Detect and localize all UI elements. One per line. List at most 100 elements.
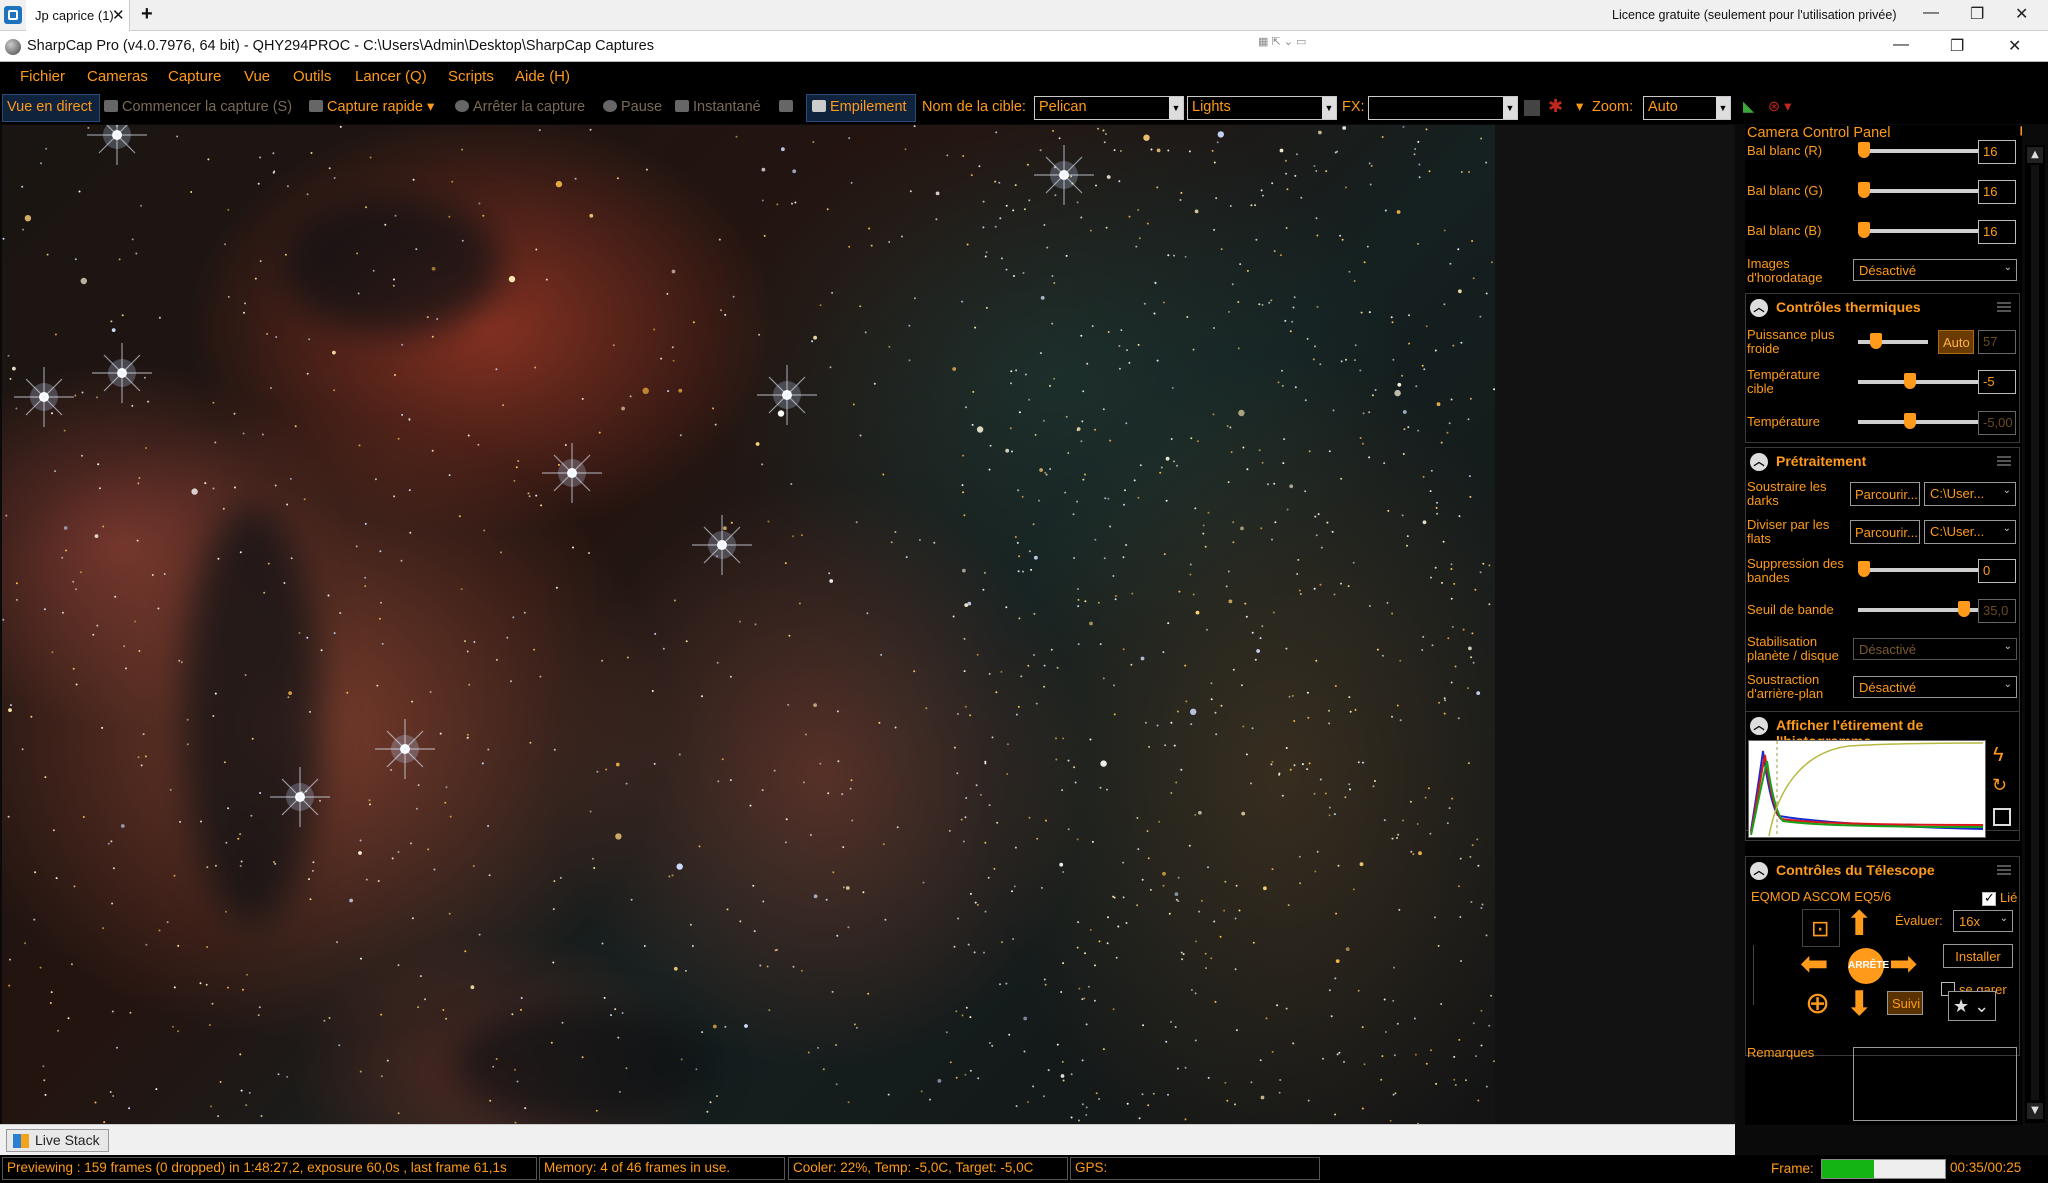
cooler-power-value[interactable]: 57 xyxy=(1978,330,2016,354)
cooler-status: Cooler: 22%, Temp: -5,0C, Target: -5,0C xyxy=(788,1157,1068,1180)
restore-icon[interactable]: ❐ xyxy=(1970,4,1984,24)
remote-app-icon xyxy=(4,6,22,24)
stop-mount-button[interactable]: ARRÊTE xyxy=(1848,948,1889,984)
south-arrow-icon[interactable]: ⬇ xyxy=(1845,987,1874,1021)
tracking-button[interactable]: Suivi xyxy=(1887,991,1923,1015)
save-icon[interactable] xyxy=(1993,808,2011,826)
banding-slider[interactable] xyxy=(1858,561,1978,577)
linked-checkbox[interactable]: ✓ xyxy=(1982,890,1996,906)
image-viewer[interactable] xyxy=(2,125,1495,1124)
telescope-header[interactable]: ︿ Contrôles du Télescope xyxy=(1746,857,2019,885)
fx-combo[interactable]: ▼ xyxy=(1368,96,1518,120)
rate-dropdown[interactable]: 16x ⌄ xyxy=(1953,910,2013,932)
snapshot-button[interactable]: Instantané xyxy=(675,99,761,115)
target-name-combo[interactable]: Pelican ▼ xyxy=(1034,96,1184,120)
star-favorite-button[interactable]: ★ ⌄ xyxy=(1948,991,1996,1021)
band-threshold-value[interactable]: 35,0 xyxy=(1978,599,2016,623)
toolbar: Vue en direct Commencer la capture (S) C… xyxy=(0,92,2048,124)
band-threshold-slider[interactable] xyxy=(1858,601,1978,617)
app-minimize-icon[interactable]: — xyxy=(1893,36,1909,54)
stacking-button[interactable]: Empilement xyxy=(812,99,907,115)
tab-title: Jp caprice (1) xyxy=(35,8,114,23)
menu-capture[interactable]: Capture xyxy=(168,68,221,85)
stop-icon xyxy=(455,100,469,112)
mount-readout-lines xyxy=(1753,945,1797,1005)
title-bar: SharpCap Pro (v4.0.7976, 64 bit) - QHY29… xyxy=(0,31,2048,62)
cooler-power-slider[interactable] xyxy=(1858,333,1928,349)
status-bar: Previewing : 159 frames (0 dropped) in 1… xyxy=(0,1155,2048,1183)
wb-r-slider[interactable] xyxy=(1858,142,1978,158)
live-stack-tab[interactable]: Live Stack xyxy=(6,1129,109,1152)
start-capture-button[interactable]: Commencer la capture (S) xyxy=(104,99,292,115)
wb-g-slider[interactable] xyxy=(1858,182,1978,198)
wb-r-value[interactable]: 16 xyxy=(1978,140,2016,164)
menu-cameras[interactable]: Cameras xyxy=(87,68,148,85)
close-icon[interactable]: ✕ xyxy=(2015,4,2028,24)
histogram-plot[interactable] xyxy=(1748,740,1986,838)
close-tab-icon[interactable]: ✕ xyxy=(112,6,125,24)
target-reticle-icon[interactable]: ⊕ xyxy=(1805,987,1830,1021)
flats-path-dropdown[interactable]: C:\User... ⌄ xyxy=(1924,520,2016,544)
flats-browse-button[interactable]: Parcourir... xyxy=(1850,520,1920,544)
temperature-value: -5,00 xyxy=(1978,411,2016,435)
stabilization-dropdown[interactable]: Désactivé ⌄ xyxy=(1853,638,2017,660)
stop-capture-button[interactable]: Arrêter la capture xyxy=(455,99,585,115)
histogram-section: ︿ Afficher l'étirement de l'histogramme … xyxy=(1745,711,2020,841)
new-tab-icon[interactable]: + xyxy=(141,3,153,26)
live-view-button[interactable]: Vue en direct xyxy=(7,99,92,115)
wb-b-value[interactable]: 16 xyxy=(1978,220,2016,244)
viewer-empty-area xyxy=(1495,125,1735,1124)
west-arrow-icon[interactable]: ⬅ xyxy=(1800,947,1829,981)
dropdown-arrow-icon[interactable]: ▾ xyxy=(1576,99,1583,115)
frame-type-combo[interactable]: Lights ▼ xyxy=(1187,96,1337,120)
darks-label: Soustraire les darks xyxy=(1747,479,1827,508)
darks-browse-button[interactable]: Parcourir... xyxy=(1850,482,1920,506)
thermal-header[interactable]: ︿ Contrôles thermiques xyxy=(1746,294,2019,322)
zoom-label: Zoom: xyxy=(1592,99,1634,115)
reset-icon[interactable]: ↻ xyxy=(1992,775,2007,796)
crosshair-icon[interactable]: ✱ xyxy=(1548,96,1563,117)
record-icon[interactable] xyxy=(1524,100,1540,116)
histogram-header[interactable]: ︿ Afficher l'étirement de l'histogramme xyxy=(1746,712,2019,749)
east-arrow-icon[interactable]: ➡ xyxy=(1889,947,1918,981)
install-button[interactable]: Installer xyxy=(1943,944,2013,968)
menu-vue[interactable]: Vue xyxy=(244,68,270,85)
target-temp-value[interactable]: -5 xyxy=(1978,370,2016,394)
preprocessing-header[interactable]: ︿ Prétraitement xyxy=(1746,448,2019,476)
section-menu-icon[interactable] xyxy=(1997,456,2011,466)
scroll-up-icon: ▲ xyxy=(2027,147,2043,163)
alert-icon[interactable]: ⊛ ▾ xyxy=(1768,99,1791,115)
browser-tab[interactable]: Jp caprice (1) ✕ xyxy=(26,0,130,31)
background-sub-dropdown[interactable]: Désactivé ⌄ xyxy=(1853,676,2017,698)
zoom-combo[interactable]: Auto ▼ xyxy=(1643,96,1731,120)
app-close-icon[interactable]: ✕ xyxy=(2008,36,2021,56)
menu-lancer[interactable]: Lancer (Q) xyxy=(355,68,427,85)
lightning-icon[interactable]: ϟ xyxy=(1993,744,2004,767)
section-menu-icon[interactable] xyxy=(1997,302,2011,312)
target-temp-slider[interactable] xyxy=(1858,373,1978,389)
notes-textarea[interactable] xyxy=(1853,1047,2017,1121)
darks-path-dropdown[interactable]: C:\User... ⌄ xyxy=(1924,482,2016,506)
pin-icon[interactable]: ▮ xyxy=(2019,125,2022,137)
minimize-icon[interactable]: — xyxy=(1923,4,1939,22)
section-menu-icon[interactable] xyxy=(1997,865,2011,875)
menu-fichier[interactable]: Fichier xyxy=(20,68,65,85)
wb-g-value[interactable]: 16 xyxy=(1978,180,2016,204)
monitor-icon[interactable] xyxy=(779,99,797,115)
panel-scrollbar[interactable]: ▲ ▼ xyxy=(2025,145,2045,1123)
north-arrow-icon[interactable]: ⬆ xyxy=(1845,907,1874,941)
menu-outils[interactable]: Outils xyxy=(293,68,331,85)
banding-value[interactable]: 0 xyxy=(1978,559,2016,583)
menu-scripts[interactable]: Scripts xyxy=(448,68,494,85)
pause-button[interactable]: Pause xyxy=(603,99,662,115)
app-restore-icon[interactable]: ❐ xyxy=(1950,36,1964,56)
quick-capture-button[interactable]: Capture rapide ▾ xyxy=(309,99,434,115)
wb-b-slider[interactable] xyxy=(1858,222,1978,238)
remote-toolbar-icon[interactable]: ▦ ⇱ ⌄ ▭ xyxy=(1258,35,1320,49)
timestamp-dropdown[interactable]: Désactivé ⌄ xyxy=(1853,259,2017,281)
histogram-icon[interactable]: ◣ xyxy=(1743,99,1754,115)
menu-aide[interactable]: Aide (H) xyxy=(515,68,570,85)
cooler-auto-button[interactable]: Auto xyxy=(1938,330,1974,354)
spiral-search-button[interactable]: ⊡ xyxy=(1802,909,1840,947)
chevron-down-icon: ▼ xyxy=(1716,97,1730,119)
